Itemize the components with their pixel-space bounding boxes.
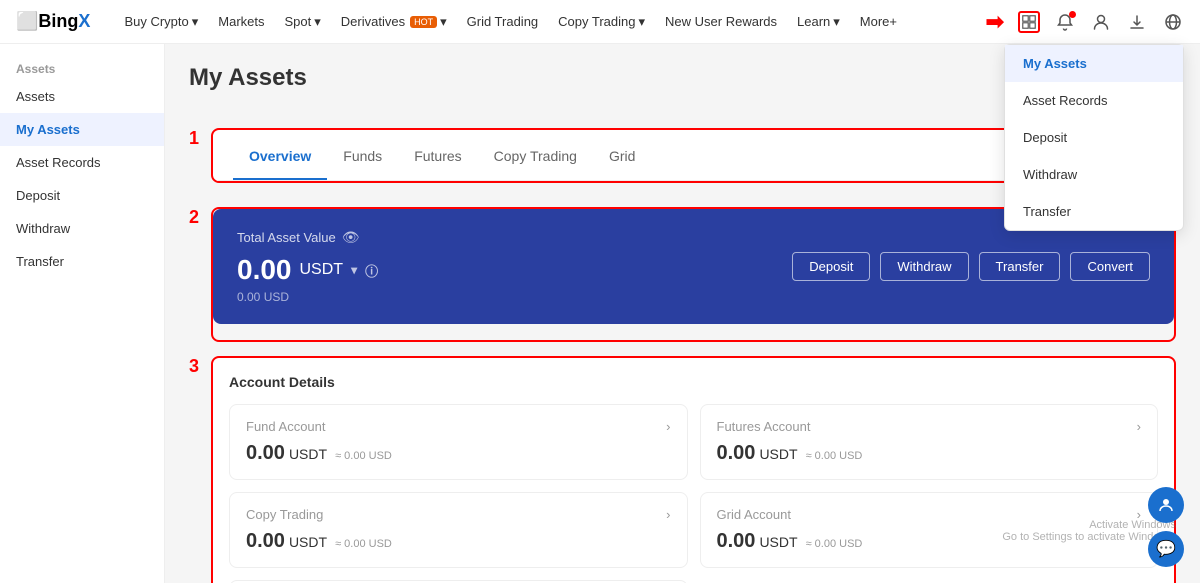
user-icon[interactable] — [1090, 11, 1112, 33]
futures-account-box: Futures Account › 0.00 USDT ≈ 0.00 USD — [700, 404, 1159, 480]
grid-account-box: Grid Account › 0.00 USDT ≈ 0.00 USD — [700, 492, 1159, 568]
nav-derivatives[interactable]: Derivatives HOT ▾ — [331, 14, 457, 30]
futures-account-usd: ≈ 0.00 USD — [806, 450, 863, 462]
asset-amount: 0.00 USDT ▾ ⓘ — [237, 254, 378, 286]
tab-funds[interactable]: Funds — [327, 134, 398, 180]
grid-account-arrow[interactable]: › — [1137, 507, 1141, 522]
download-icon[interactable] — [1126, 11, 1148, 33]
sidebar-item-withdraw[interactable]: Withdraw — [0, 212, 164, 245]
eye-icon[interactable]: 👁 — [342, 229, 360, 246]
tab-copy-trading[interactable]: Copy Trading — [478, 134, 593, 180]
sidebar-item-transfer[interactable]: Transfer — [0, 245, 164, 278]
fund-account-arrow[interactable]: › — [666, 419, 670, 434]
transfer-button[interactable]: Transfer — [979, 252, 1061, 281]
tab-futures[interactable]: Futures — [398, 134, 477, 180]
globe-icon[interactable] — [1162, 11, 1184, 33]
fund-account-amount: 0.00 — [246, 442, 285, 465]
annotation-arrow-right: ➡ — [986, 9, 1004, 35]
grid-account-unit: USDT — [759, 534, 797, 550]
total-asset-label: Total Asset Value 👁 — [237, 229, 378, 246]
accounts-grid: Fund Account › 0.00 USDT ≈ 0.00 USD Futu… — [229, 404, 1158, 583]
person-floating-icon[interactable] — [1148, 487, 1184, 523]
nav-buy-crypto[interactable]: Buy Crypto ▾ — [114, 14, 208, 30]
fund-account-unit: USDT — [289, 446, 327, 462]
hot-badge: HOT — [410, 16, 437, 28]
amount-dropdown-icon[interactable]: ▾ — [351, 263, 357, 277]
grid-account-amount-row: 0.00 USDT ≈ 0.00 USD — [717, 530, 1142, 553]
sidebar: Assets Assets My Assets Asset Records De… — [0, 44, 165, 583]
notification-icon[interactable] — [1054, 11, 1076, 33]
dropdown-item-withdraw[interactable]: Withdraw — [1005, 156, 1183, 193]
asset-actions: Deposit Withdraw Transfer Convert — [792, 252, 1150, 281]
futures-account-amount-row: 0.00 USDT ≈ 0.00 USD — [717, 442, 1142, 465]
fund-account-amount-row: 0.00 USDT ≈ 0.00 USD — [246, 442, 671, 465]
grid-account-amount: 0.00 — [717, 530, 756, 553]
nav-spot[interactable]: Spot ▾ — [275, 14, 331, 30]
fund-account-header: Fund Account › — [246, 419, 671, 434]
copy-trading-amount: 0.00 — [246, 530, 285, 553]
tab-overview[interactable]: Overview — [233, 134, 327, 180]
dropdown-item-my-assets[interactable]: My Assets — [1005, 45, 1183, 82]
sidebar-item-assets[interactable]: Assets — [0, 80, 164, 113]
nav-more[interactable]: More+ — [850, 14, 907, 29]
page-title: My Assets — [189, 64, 307, 92]
fund-account-box: Fund Account › 0.00 USDT ≈ 0.00 USD — [229, 404, 688, 480]
asset-usd-value: 0.00 USD — [237, 290, 378, 304]
withdraw-button[interactable]: Withdraw — [880, 252, 968, 281]
step-1-label: 1 — [189, 128, 205, 149]
nav-copy-trading[interactable]: Copy Trading ▾ — [548, 14, 655, 30]
dropdown-item-asset-records[interactable]: Asset Records — [1005, 82, 1183, 119]
tab-grid[interactable]: Grid — [593, 134, 651, 180]
nav-learn[interactable]: Learn ▾ — [787, 14, 850, 30]
copy-trading-amount-row: 0.00 USDT ≈ 0.00 USD — [246, 530, 671, 553]
copy-trading-unit: USDT — [289, 534, 327, 550]
nav-grid-trading[interactable]: Grid Trading — [457, 14, 549, 29]
deposit-button[interactable]: Deposit — [792, 252, 870, 281]
sidebar-item-asset-records[interactable]: Asset Records — [0, 146, 164, 179]
grid-account-header: Grid Account › — [717, 507, 1142, 522]
copy-trading-account-header: Copy Trading › — [246, 507, 671, 522]
futures-account-unit: USDT — [759, 446, 797, 462]
sidebar-section-label: Assets — [0, 54, 164, 80]
user-menu-dropdown: My Assets Asset Records Deposit Withdraw… — [1004, 44, 1184, 231]
info-icon[interactable]: ⓘ — [365, 261, 378, 280]
copy-trading-usd: ≈ 0.00 USD — [335, 538, 392, 550]
nav-markets[interactable]: Markets — [208, 14, 274, 29]
brand-logo[interactable]: ⬜ BingX — [16, 11, 90, 32]
grid-account-usd: ≈ 0.00 USD — [806, 538, 863, 550]
step-3-label: 3 — [189, 356, 205, 377]
chat-bubble[interactable]: 💬 — [1148, 531, 1184, 567]
account-details-title: Account Details — [229, 374, 1158, 390]
dropdown-item-deposit[interactable]: Deposit — [1005, 119, 1183, 156]
sidebar-item-my-assets[interactable]: My Assets — [0, 113, 164, 146]
layout-icon[interactable] — [1018, 11, 1040, 33]
futures-account-header: Futures Account › — [717, 419, 1142, 434]
sidebar-item-deposit[interactable]: Deposit — [0, 179, 164, 212]
futures-account-arrow[interactable]: › — [1137, 419, 1141, 434]
top-navigation: ⬜ BingX Buy Crypto ▾ Markets Spot ▾ Deri… — [0, 0, 1200, 44]
step-2-label: 2 — [189, 207, 205, 228]
asset-value-left: Total Asset Value 👁 0.00 USDT ▾ ⓘ 0.00 U… — [237, 229, 378, 304]
futures-account-amount: 0.00 — [717, 442, 756, 465]
nav-new-user-rewards[interactable]: New User Rewards — [655, 14, 787, 29]
copy-trading-account-arrow[interactable]: › — [666, 507, 670, 522]
convert-button[interactable]: Convert — [1070, 252, 1150, 281]
dropdown-item-transfer[interactable]: Transfer — [1005, 193, 1183, 230]
topnav-right: ➡ — [986, 9, 1184, 35]
copy-trading-account-box: Copy Trading › 0.00 USDT ≈ 0.00 USD — [229, 492, 688, 568]
fund-account-usd: ≈ 0.00 USD — [335, 450, 392, 462]
